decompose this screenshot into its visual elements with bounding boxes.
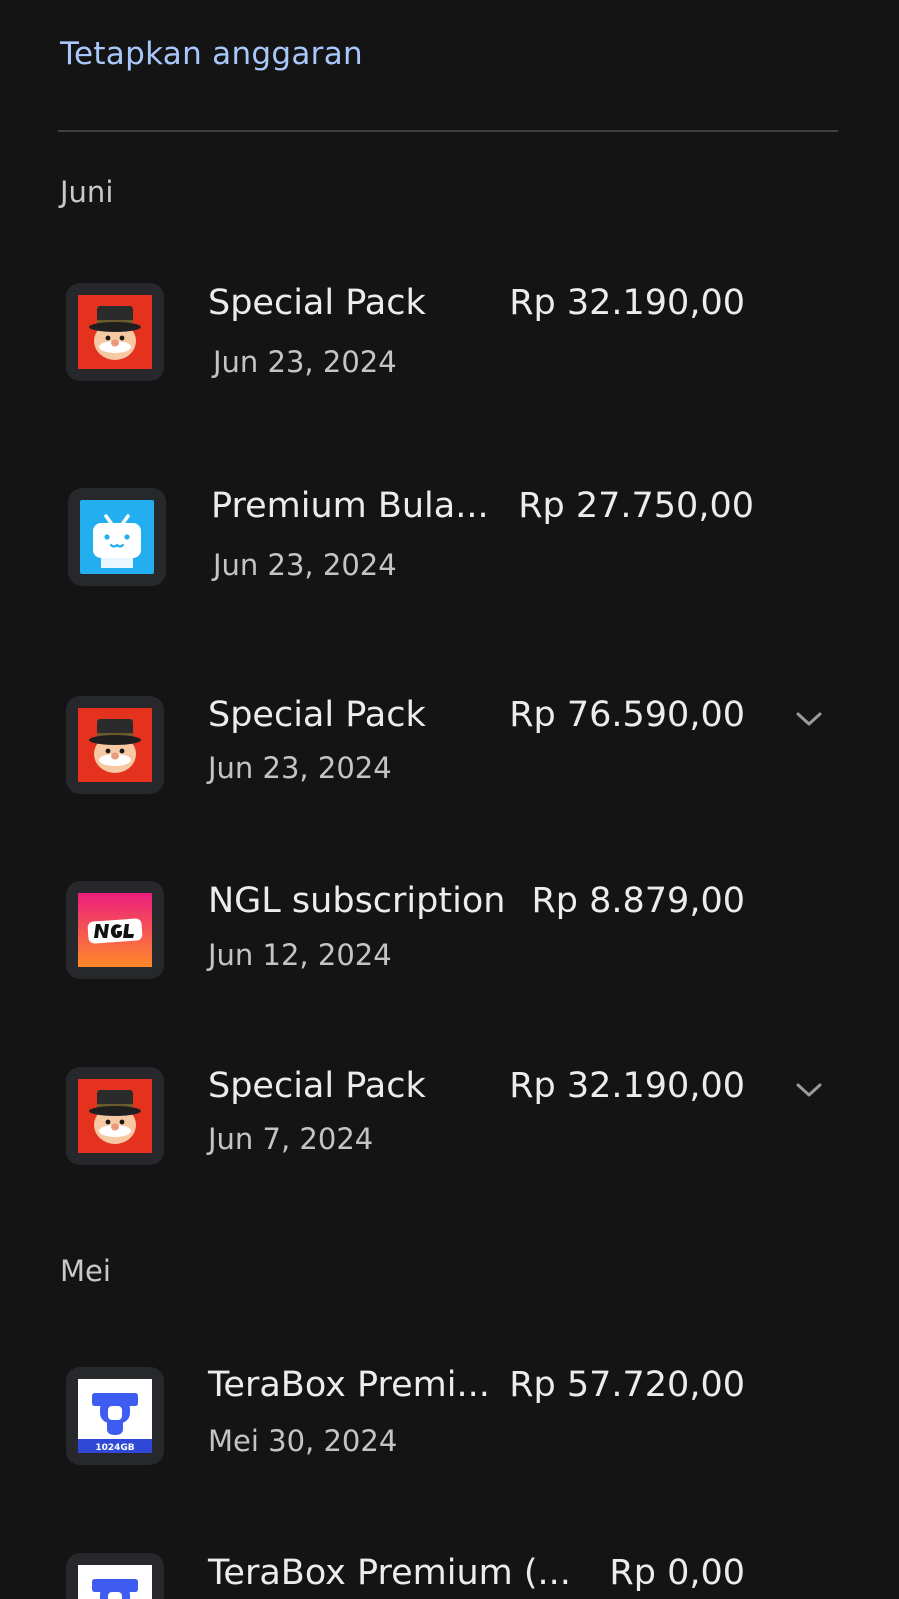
item-title: TeraBox Premium (...: [208, 1553, 571, 1593]
item-price: Rp 27.750,00: [518, 486, 754, 526]
purchase-row[interactable]: Special Pack Jun 23, 2024 Rp 32.190,00: [0, 275, 899, 385]
purchase-row[interactable]: 1024GB TeraBox Premi... Mei 30, 2024 Rp …: [0, 1359, 899, 1469]
item-price: Rp 0,00: [609, 1553, 745, 1593]
item-title: Special Pack: [208, 695, 426, 735]
purchase-row[interactable]: TeraBox Premium (... Rp 0,00: [0, 1545, 899, 1599]
set-budget-link[interactable]: Tetapkan anggaran: [60, 36, 363, 72]
bilibili-app-icon: [68, 488, 166, 586]
purchase-row[interactable]: NGL subscription Jun 12, 2024 Rp 8.879,0…: [0, 873, 899, 983]
section-label-may: Mei: [60, 1254, 111, 1288]
chevron-down-icon[interactable]: [792, 1073, 826, 1107]
item-title: Special Pack: [208, 283, 426, 323]
monopoly-app-icon: [66, 1067, 164, 1165]
item-date: Jun 7, 2024: [208, 1122, 374, 1156]
purchase-row[interactable]: Special Pack Jun 7, 2024 Rp 32.190,00: [0, 1059, 899, 1169]
item-title: Special Pack: [208, 1066, 426, 1106]
item-price: Rp 8.879,00: [531, 881, 745, 921]
item-date: Jun 12, 2024: [208, 938, 392, 972]
divider: [58, 130, 838, 132]
monopoly-app-icon: [66, 696, 164, 794]
section-label-june: Juni: [60, 175, 114, 209]
terabox-storage-label: 1024GB: [95, 1443, 134, 1453]
item-price: Rp 32.190,00: [509, 1066, 745, 1106]
purchase-row[interactable]: Special Pack Jun 23, 2024 Rp 76.590,00: [0, 688, 899, 798]
item-price: Rp 32.190,00: [509, 283, 745, 323]
item-date: Jun 23, 2024: [213, 345, 397, 379]
item-date: Jun 23, 2024: [213, 548, 397, 582]
item-price: Rp 76.590,00: [509, 695, 745, 735]
chevron-down-icon[interactable]: [792, 702, 826, 736]
item-price: Rp 57.720,00: [509, 1365, 745, 1405]
monopoly-app-icon: [66, 283, 164, 381]
item-date: Mei 30, 2024: [208, 1424, 398, 1458]
purchase-row[interactable]: Premium Bula... Jun 23, 2024 Rp 27.750,0…: [0, 480, 899, 590]
item-title: TeraBox Premi...: [208, 1365, 490, 1405]
item-title: Premium Bula...: [211, 486, 489, 526]
ngl-app-icon: [66, 881, 164, 979]
terabox-app-icon: 1024GB: [66, 1367, 164, 1465]
item-title: NGL subscription: [208, 881, 506, 921]
item-date: Jun 23, 2024: [208, 751, 392, 785]
purchase-history-page: Tetapkan anggaran Juni Special Pack Jun …: [0, 0, 899, 1599]
terabox-app-icon: [66, 1553, 164, 1599]
